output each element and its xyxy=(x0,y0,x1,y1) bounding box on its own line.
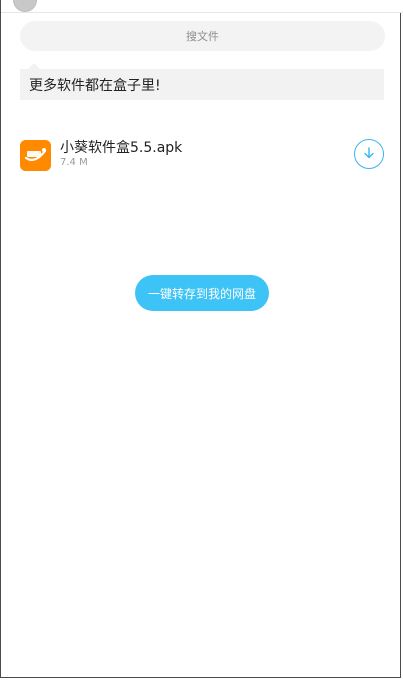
file-name[interactable]: 小葵软件盒5.5.apk xyxy=(60,137,182,157)
download-arrow-icon xyxy=(362,145,376,164)
search-placeholder: 搜文件 xyxy=(186,30,219,43)
promo-banner-text: 更多软件都在盒子里! xyxy=(29,77,161,94)
save-to-netdisk-label: 一键转存到我的网盘 xyxy=(147,286,256,301)
top-bar xyxy=(1,0,403,13)
avatar[interactable] xyxy=(13,0,37,12)
app-box-icon xyxy=(20,140,51,171)
page-frame: 搜文件 更多软件都在盒子里! 小葵软件盒5.5.apk 7.4 M 一键转存到我… xyxy=(0,0,403,678)
download-button[interactable] xyxy=(354,139,384,169)
file-size: 7.4 M xyxy=(60,157,88,168)
search-input[interactable]: 搜文件 xyxy=(20,21,385,51)
file-item[interactable]: 小葵软件盒5.5.apk 7.4 M xyxy=(20,136,385,174)
promo-banner: 更多软件都在盒子里! xyxy=(20,69,384,100)
save-to-netdisk-button[interactable]: 一键转存到我的网盘 xyxy=(135,275,269,311)
